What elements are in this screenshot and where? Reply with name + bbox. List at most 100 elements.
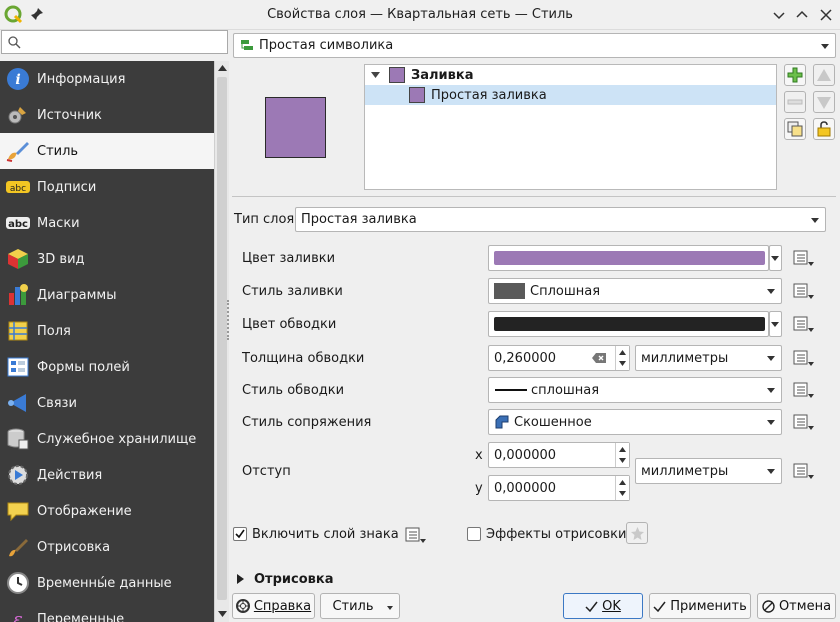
cancel-button-label: Отмена <box>778 598 832 614</box>
sidebar-item-display[interactable]: Отображение <box>0 493 214 529</box>
data-defined-override-icon[interactable] <box>792 313 816 335</box>
search-input[interactable] <box>1 30 228 54</box>
collapse-arrow-icon[interactable] <box>371 72 380 78</box>
help-button[interactable]: Справка <box>232 593 315 619</box>
spin-down-icon[interactable] <box>619 491 626 496</box>
style-menu-button[interactable]: Стиль <box>320 593 400 619</box>
divider <box>232 196 836 197</box>
sidebar-item-fields[interactable]: Поля <box>0 313 214 349</box>
chevron-down-icon <box>767 420 775 425</box>
sidebar-item-info[interactable]: i Информация <box>0 61 214 97</box>
sidebar-scrollbar[interactable] <box>214 61 229 622</box>
move-down-button[interactable] <box>813 91 835 113</box>
sidebar-item-storage[interactable]: Служебное хранилище <box>0 421 214 457</box>
sidebar-item-temporal[interactable]: Временны́е данные <box>0 565 214 601</box>
sidebar-item-label: Временны́е данные <box>37 575 172 591</box>
expand-arrow-icon[interactable] <box>237 574 244 584</box>
chevron-down-icon <box>771 322 779 327</box>
stroke-width-unit-select[interactable]: миллиметры <box>635 345 782 371</box>
close-icon[interactable] <box>817 6 835 24</box>
effects-settings-button[interactable] <box>626 522 648 544</box>
sidebar-item-style[interactable]: Стиль <box>0 133 214 169</box>
sidebar-item-diagrams[interactable]: Диаграммы <box>0 277 214 313</box>
stroke-style-label: Стиль обводки <box>242 383 345 398</box>
maximize-icon[interactable] <box>793 6 811 24</box>
stroke-width-spinner[interactable] <box>615 346 629 370</box>
fill-color-dropdown[interactable] <box>769 245 782 271</box>
join-style-select[interactable]: Скошенное <box>488 409 782 435</box>
offset-y-input[interactable]: 0,000000 <box>488 475 630 501</box>
offset-x-input[interactable]: 0,000000 <box>488 442 630 468</box>
sidebar-item-labels[interactable]: abc Подписи <box>0 169 214 205</box>
sidebar-item-actions[interactable]: Действия <box>0 457 214 493</box>
stroke-color-button[interactable] <box>488 311 769 337</box>
data-defined-override-icon[interactable] <box>792 411 816 433</box>
duplicate-layer-button[interactable] <box>784 118 806 140</box>
check-icon <box>585 601 598 612</box>
fill-color-button[interactable] <box>488 245 769 271</box>
sidebar-item-forms[interactable]: Формы полей <box>0 349 214 385</box>
scroll-up-icon[interactable] <box>218 65 227 71</box>
apply-button[interactable]: Применить <box>649 593 751 619</box>
spin-down-icon[interactable] <box>619 361 626 366</box>
variables-icon: ε <box>5 606 31 622</box>
symbol-preview <box>265 97 326 158</box>
sidebar-item-masks[interactable]: abc Маски <box>0 205 214 241</box>
spin-down-icon[interactable] <box>619 458 626 463</box>
fill-style-label: Стиль заливки <box>242 284 343 299</box>
remove-layer-button[interactable] <box>784 91 806 113</box>
renderer-select[interactable]: Простая символика <box>233 33 836 58</box>
spin-up-icon[interactable] <box>619 447 626 452</box>
scroll-down-icon[interactable] <box>218 611 227 617</box>
data-defined-override-icon[interactable] <box>792 247 816 269</box>
effects-label[interactable]: Эффекты отрисовки <box>486 527 626 542</box>
offset-y-spinner[interactable] <box>615 476 629 500</box>
scrollbar-thumb[interactable] <box>217 77 227 600</box>
layer-type-select[interactable]: Простая заливка <box>295 207 826 232</box>
tree-item-fill[interactable]: Заливка <box>365 65 776 85</box>
lock-layer-button[interactable] <box>813 118 835 140</box>
data-defined-override-icon[interactable] <box>792 379 816 401</box>
enable-layer-label[interactable]: Включить слой знака <box>252 527 399 542</box>
ok-button[interactable]: OK <box>563 593 643 619</box>
fill-style-select[interactable]: Сплошная <box>488 278 782 304</box>
spin-up-icon[interactable] <box>619 480 626 485</box>
stroke-style-select[interactable]: сплошная <box>488 377 782 403</box>
minus-icon <box>787 99 803 105</box>
sidebar-item-rendering[interactable]: Отрисовка <box>0 529 214 565</box>
tree-item-simple-fill[interactable]: Простая заливка <box>365 85 776 105</box>
data-defined-override-icon[interactable] <box>792 347 816 369</box>
minimize-icon[interactable] <box>770 6 788 24</box>
offset-x-spinner[interactable] <box>615 443 629 467</box>
splitter-handle[interactable] <box>227 300 230 340</box>
arrow-up-icon <box>817 69 831 81</box>
forms-icon <box>5 354 31 380</box>
info-icon: i <box>5 66 31 92</box>
data-defined-override-icon[interactable] <box>404 524 428 546</box>
clear-icon[interactable] <box>591 352 607 364</box>
sidebar-item-source[interactable]: Источник <box>0 97 214 133</box>
cancel-button[interactable]: Отмена <box>757 593 836 619</box>
chevron-down-icon <box>821 43 829 49</box>
stroke-color-dropdown[interactable] <box>769 311 782 337</box>
move-up-button[interactable] <box>813 64 835 86</box>
offset-unit-select[interactable]: миллиметры <box>635 458 782 484</box>
stroke-width-unit-value: миллиметры <box>641 350 729 366</box>
chevron-down-icon <box>767 388 775 393</box>
spin-up-icon[interactable] <box>619 350 626 355</box>
data-defined-override-icon[interactable] <box>792 460 816 482</box>
enable-layer-checkbox[interactable] <box>233 527 247 541</box>
sidebar-nav: i Информация Источник Стиль abc Подписи … <box>0 61 214 622</box>
fill-style-value: Сплошная <box>530 283 601 299</box>
duplicate-icon <box>787 121 803 137</box>
stroke-width-input[interactable]: 0,260000 <box>488 345 630 371</box>
sidebar-item-variables[interactable]: ε Переменные <box>0 601 214 622</box>
clock-icon <box>5 570 31 596</box>
sidebar-item-3d[interactable]: 3D вид <box>0 241 214 277</box>
add-layer-button[interactable] <box>784 64 806 86</box>
sidebar-item-joins[interactable]: Связи <box>0 385 214 421</box>
effects-checkbox[interactable] <box>467 527 481 541</box>
data-defined-override-icon[interactable] <box>792 280 816 302</box>
rendering-section-header[interactable]: Отрисовка <box>254 572 333 587</box>
layer-type-value: Простая заливка <box>301 212 417 227</box>
